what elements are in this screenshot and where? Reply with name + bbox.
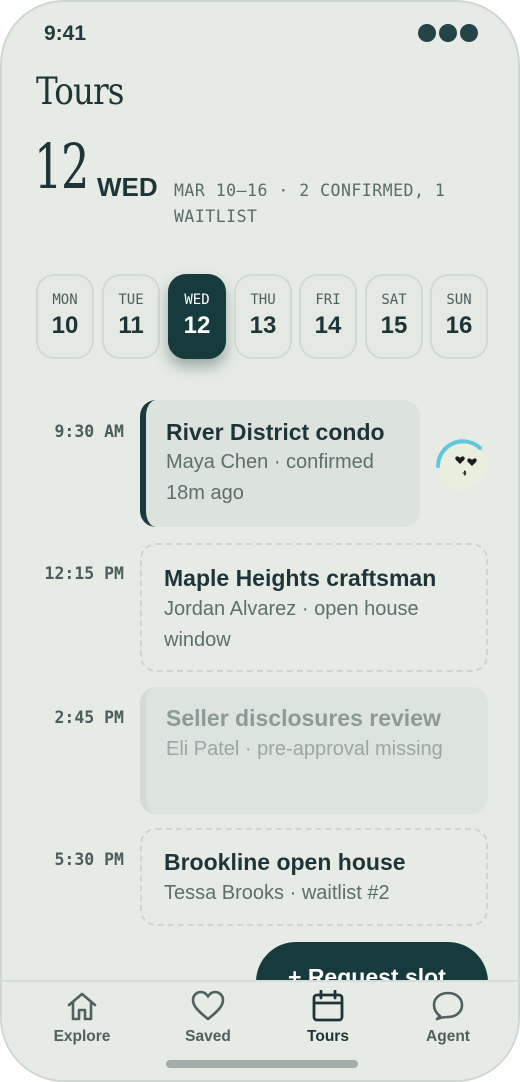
day-chip-number: 10 [51,312,79,339]
tour-card-subtitle: Jordan Alvarez · open house window [164,598,419,651]
tab-label: Agent [426,1028,470,1045]
day-chip-name: SAT [381,292,407,308]
day-chip-tue[interactable]: TUE 11 [102,274,160,359]
day-chip-number: 15 [380,312,408,339]
tour-card-subtitle: Tessa Brooks · waitlist #2 [164,882,390,904]
chat-bubble-icon [432,991,464,1021]
agent-avatar-icon[interactable] [434,438,488,490]
day-chip-name: TUE [118,292,144,308]
day-chip-name: WED [184,292,210,308]
heart-icon [191,990,225,1021]
day-chip-number: 11 [118,312,144,339]
tab-label: Explore [53,1028,111,1045]
week-summary: MAR 10–16 · 2 CONFIRMED, 1 WAITLIST [174,181,446,226]
phone-frame: 9:41 Tours 12 WED MAR 10–16 · 2 CONFIRME… [0,0,520,1082]
tour-card-title: River District condo [166,419,385,445]
tab-label: Saved [185,1028,231,1045]
tab-tours[interactable]: Tours [273,990,383,1046]
status-dot-icon [439,24,457,42]
date-number: 12 [34,130,89,203]
slot-time: 5:30 PM [54,850,124,869]
day-chip-number: 14 [314,312,342,339]
day-chip-name: FRI [315,292,341,308]
home-indicator [166,1060,358,1068]
day-chip-wed[interactable]: WED 12 [168,274,226,359]
tour-card-open[interactable]: Brookline open house Tessa Brooks · wait… [140,828,488,926]
tour-card-title: Brookline open house [164,849,406,875]
day-chip-sun[interactable]: SUN 16 [430,274,488,359]
day-chip-mon[interactable]: MON 10 [36,274,94,359]
tour-card-open[interactable]: Maple Heights craftsman Jordan Alvarez ·… [140,543,488,672]
home-icon [67,992,97,1021]
tour-card-subtitle: Eli Patel · pre-approval missing [166,738,443,760]
tab-saved[interactable]: Saved [153,990,263,1046]
day-chip-number: 13 [249,312,277,339]
tour-card-subtitle: Maya Chen · confirmed 18m ago [166,451,374,504]
tab-explore[interactable]: Explore [27,990,137,1046]
day-chip-number: 12 [183,312,211,339]
slot-time: 12:15 PM [44,564,124,583]
day-chip-sat[interactable]: SAT 15 [365,274,423,359]
tour-card-title: Seller disclosures review [166,705,441,731]
day-chip-fri[interactable]: FRI 14 [299,274,357,359]
day-chip-name: MON [52,292,78,308]
day-chip-name: SUN [446,292,472,308]
status-dot-icon [418,24,436,42]
tab-agent[interactable]: Agent [393,990,503,1046]
calendar-icon [312,990,344,1022]
slot-time: 2:45 PM [54,708,124,727]
page-title: Tours [36,70,125,113]
day-chip-thu[interactable]: THU 13 [234,274,292,359]
status-dot-icon [460,24,478,42]
date-weekday: WED [97,172,158,202]
day-chip-name: THU [250,292,276,308]
tab-label: Tours [307,1028,349,1045]
status-time: 9:41 [44,22,87,45]
day-chip-number: 16 [445,312,473,339]
tour-card-title: Maple Heights craftsman [164,565,437,591]
tour-card-confirmed[interactable]: River District condo Maya Chen · confirm… [140,400,420,527]
slot-time: 9:30 AM [54,422,124,441]
tour-card-disabled: Seller disclosures review Eli Patel · pr… [140,687,488,814]
status-icons [418,24,478,42]
